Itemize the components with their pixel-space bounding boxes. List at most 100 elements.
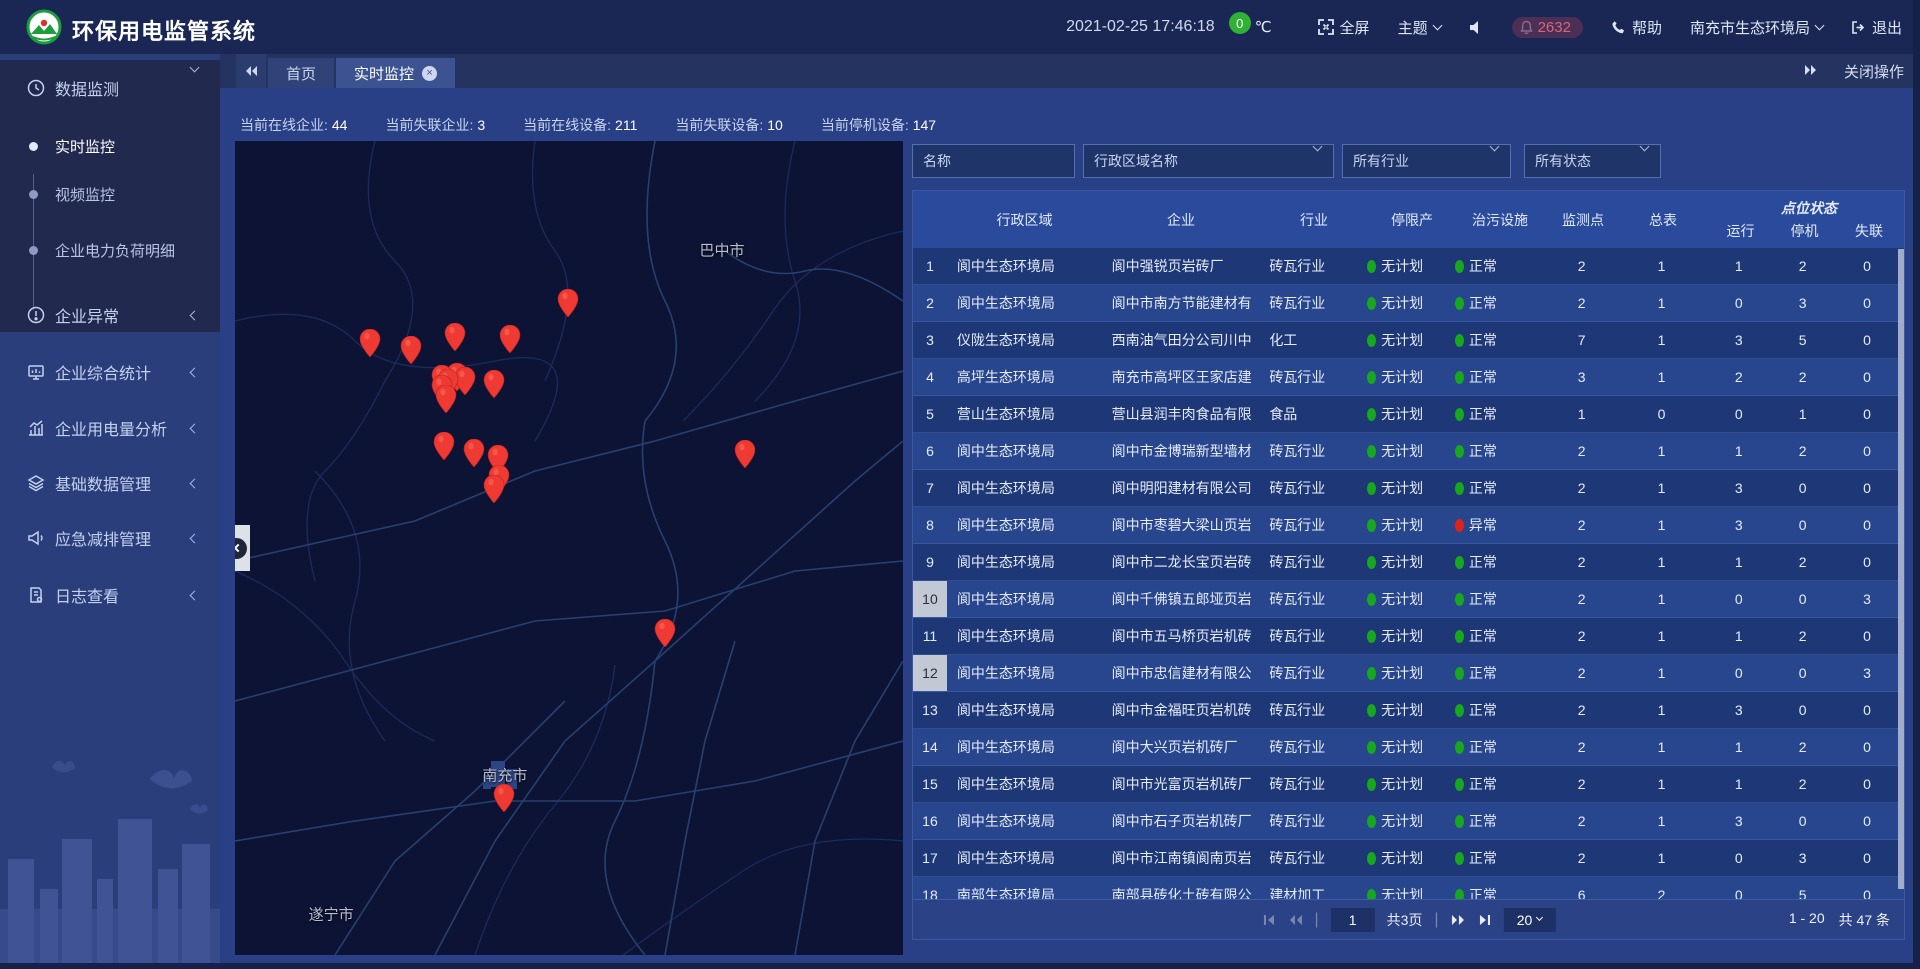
cell-company: 南部县砖化土砖有限公	[1102, 877, 1260, 901]
cell-district: 阆中生态环境局	[947, 581, 1102, 617]
table-row[interactable]: 10阆中生态环境局阆中千佛镇五郎垭页岩砖瓦行业无计划正常21003	[913, 581, 1904, 618]
page-number-input[interactable]: 1	[1331, 908, 1375, 932]
map-pin[interactable]	[400, 336, 421, 364]
status-filter-select[interactable]: 所有状态	[1524, 144, 1661, 178]
col-header-district: 行政区域	[947, 191, 1102, 248]
map-canvas[interactable]: 巴中市南充市遂宁市	[235, 141, 903, 955]
cell-treatment-status: 正常	[1455, 655, 1543, 691]
col-header-company: 企业	[1102, 191, 1260, 248]
sound-toggle[interactable]	[1469, 20, 1484, 35]
notification-count: 2632	[1538, 19, 1571, 36]
table-row[interactable]: 11阆中生态环境局阆中市五马桥页岩机砖砖瓦行业无计划正常21120	[913, 618, 1904, 655]
gauge-icon	[27, 79, 45, 97]
cell-district: 仪陇生态环境局	[947, 322, 1102, 358]
cell-run-count: 3	[1702, 803, 1775, 839]
map-pin[interactable]	[436, 385, 457, 413]
cell-district: 阆中生态环境局	[947, 766, 1102, 802]
sidebar-subitem-realtime-monitoring[interactable]: 实时监控	[0, 128, 220, 164]
cell-industry: 砖瓦行业	[1259, 729, 1367, 765]
map-pin[interactable]	[734, 440, 755, 468]
table-row[interactable]: 8阆中生态环境局阆中市枣碧大梁山页岩砖瓦行业无计划异常21300	[913, 507, 1904, 544]
sidebar-item-power-usage-analysis[interactable]: 企业用电量分析	[0, 406, 220, 450]
cell-monitor-count: 2	[1543, 729, 1621, 765]
table-row[interactable]: 14阆中生态环境局阆中大兴页岩机砖厂砖瓦行业无计划正常21120	[913, 729, 1904, 766]
prev-page-button[interactable]	[1287, 914, 1302, 926]
map-collapse-button[interactable]	[235, 525, 250, 571]
sidebar-subitem-power-load-detail[interactable]: 企业电力负荷明细	[0, 232, 220, 268]
map-pin[interactable]	[558, 289, 579, 317]
cell-total-meter: 1	[1621, 248, 1703, 284]
cell-run-count: 3	[1702, 692, 1775, 728]
page-size-select[interactable]: 20	[1504, 908, 1556, 932]
table-row[interactable]: 5营山生态环境局营山县润丰肉食品有限食品无计划正常10010	[913, 396, 1904, 433]
sidebar-item-enterprise-abnormal[interactable]: 企业异常	[0, 293, 220, 337]
chevron-down-icon	[1432, 20, 1442, 30]
industry-filter-select[interactable]: 所有行业	[1342, 144, 1511, 178]
map-city-label: 遂宁市	[309, 904, 354, 925]
pager-separator: |	[1434, 911, 1438, 929]
chevron-left-icon	[190, 423, 200, 433]
table-row[interactable]: 18南部生态环境局南部县砖化土砖有限公建材加工无计划正常62050	[913, 877, 1904, 901]
logout-button[interactable]: 退出	[1851, 17, 1902, 38]
org-dropdown[interactable]: 南充市生态环境局	[1690, 17, 1823, 38]
chevron-left-icon	[190, 478, 200, 488]
close-operations-dropdown[interactable]: 关闭操作	[1844, 61, 1904, 82]
sidebar-item-log-view[interactable]: 日志查看	[0, 573, 220, 617]
cell-district: 阆中生态环境局	[947, 507, 1102, 543]
table-row[interactable]: 2阆中生态环境局阆中市南方节能建材有砖瓦行业无计划正常21030	[913, 285, 1904, 322]
cell-district: 高坪生态环境局	[947, 359, 1102, 395]
chevron-left-icon	[190, 533, 200, 543]
table-row[interactable]: 6阆中生态环境局阆中市金博瑞新型墙材砖瓦行业无计划正常21120	[913, 433, 1904, 470]
sidebar-subitem-video-monitoring[interactable]: 视频监控	[0, 176, 220, 212]
map-pin[interactable]	[655, 619, 676, 647]
tab-home[interactable]: 首页	[268, 58, 334, 88]
map-pin[interactable]	[434, 432, 455, 460]
table-row[interactable]: 3仪陇生态环境局西南油气田分公司川中化工无计划正常71350	[913, 322, 1904, 359]
bullet-icon	[29, 246, 38, 255]
name-filter-field[interactable]	[912, 144, 1075, 178]
point-status-subheaders: 运行 停机 失联	[1704, 221, 1906, 241]
table-row[interactable]: 12阆中生态环境局阆中市忠信建材有限公砖瓦行业无计划正常21003	[913, 655, 1904, 692]
map-pin[interactable]	[444, 323, 465, 351]
page-scrollbar-track[interactable]	[1913, 0, 1920, 969]
last-page-button[interactable]	[1478, 914, 1492, 926]
map-pin[interactable]	[359, 329, 380, 357]
help-button[interactable]: 帮助	[1611, 17, 1662, 38]
sidebar-item-data-monitoring[interactable]: 数据监测	[0, 66, 220, 110]
cell-district: 阆中生态环境局	[947, 248, 1102, 284]
cell-total-meter: 1	[1621, 840, 1703, 876]
tabs-scroll-left-button[interactable]	[236, 54, 266, 88]
map-pin[interactable]	[484, 475, 505, 503]
table-row[interactable]: 7阆中生态环境局阆中明阳建材有限公司砖瓦行业无计划正常21300	[913, 470, 1904, 507]
table-row[interactable]: 4高坪生态环境局南充市高坪区王家店建砖瓦行业无计划正常31220	[913, 359, 1904, 396]
cell-halt-count: 2	[1775, 248, 1830, 284]
first-page-button[interactable]	[1261, 914, 1275, 926]
table-row[interactable]: 9阆中生态环境局阆中市二龙长宝页岩砖砖瓦行业无计划正常21120	[913, 544, 1904, 581]
region-filter-select[interactable]: 行政区域名称	[1083, 144, 1334, 178]
next-page-button[interactable]	[1451, 914, 1466, 926]
notification-badge[interactable]: 2632	[1512, 17, 1583, 38]
tab-realtime-monitoring[interactable]: 实时监控 ×	[336, 58, 455, 88]
map-pin[interactable]	[500, 325, 521, 353]
name-filter-input[interactable]	[923, 153, 1064, 169]
cell-stop-status: 无计划	[1367, 396, 1455, 432]
sidebar-item-emergency-reduction[interactable]: 应急减排管理	[0, 516, 220, 560]
tab-close-icon[interactable]: ×	[422, 66, 437, 81]
table-scrollbar[interactable]	[1898, 249, 1904, 889]
table-row[interactable]: 1阆中生态环境局阆中强锐页岩砖厂砖瓦行业无计划正常21120	[913, 248, 1904, 285]
table-row[interactable]: 16阆中生态环境局阆中市石子页岩机砖厂砖瓦行业无计划正常21300	[913, 803, 1904, 840]
map-pin[interactable]	[494, 784, 515, 812]
sidebar-item-basic-data-management[interactable]: 基础数据管理	[0, 461, 220, 505]
tabs-scroll-right-button[interactable]	[1804, 63, 1818, 80]
status-dot-icon	[1367, 334, 1376, 347]
table-row[interactable]: 15阆中生态环境局阆中市光富页岩机砖厂砖瓦行业无计划正常21120	[913, 766, 1904, 803]
total-records-label: 共 47 条	[1839, 910, 1890, 930]
fullscreen-button[interactable]: 全屏	[1318, 17, 1370, 38]
map-pin[interactable]	[464, 439, 485, 467]
table-row[interactable]: 13阆中生态环境局阆中市金福旺页岩机砖砖瓦行业无计划正常21300	[913, 692, 1904, 729]
row-number: 10	[913, 581, 947, 617]
theme-dropdown[interactable]: 主题	[1398, 17, 1441, 38]
sidebar-item-enterprise-statistics[interactable]: 企业综合统计	[0, 350, 220, 394]
map-pin[interactable]	[484, 370, 505, 398]
table-row[interactable]: 17阆中生态环境局阆中市江南镇阆南页岩砖瓦行业无计划正常21030	[913, 840, 1904, 877]
